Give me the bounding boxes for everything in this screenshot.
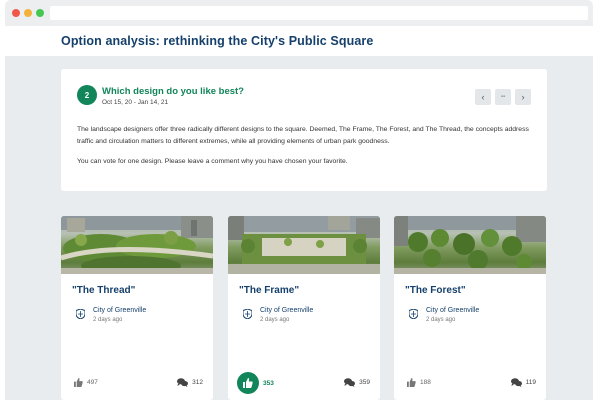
shield-icon	[409, 309, 418, 319]
comment-count: 119	[525, 379, 536, 386]
close-window-dot[interactable]	[12, 9, 20, 17]
like-count: 497	[87, 379, 98, 386]
thumbs-up-icon	[243, 378, 253, 388]
question-dates: Oct 15, 20 - Jan 14, 21	[102, 99, 169, 106]
comments-icon	[510, 378, 522, 387]
comments-icon	[344, 378, 356, 387]
maximize-window-dot[interactable]	[36, 9, 44, 17]
author-name[interactable]: City of Greenville	[260, 307, 313, 314]
main-content: 2 Which design do you like best? Oct 15,…	[5, 56, 593, 400]
post-time: 2 days ago	[426, 317, 456, 323]
question-note: You can vote for one design. Please leav…	[77, 158, 348, 165]
post-time: 2 days ago	[260, 317, 290, 323]
question-card: 2 Which design do you like best? Oct 15,…	[61, 69, 547, 191]
option-card-frame[interactable]: "The Frame" City of Greenville 2 days ag…	[228, 216, 380, 400]
comments-button[interactable]: 359	[344, 378, 370, 387]
like-button-active[interactable]: 353	[237, 372, 274, 394]
shield-icon	[76, 309, 85, 319]
like-button[interactable]: 188	[407, 378, 431, 387]
shield-icon	[243, 309, 252, 319]
next-question-button[interactable]: ›	[515, 89, 531, 105]
post-time: 2 days ago	[93, 317, 123, 323]
option-image[interactable]	[61, 216, 213, 274]
like-button[interactable]: 497	[74, 378, 98, 387]
option-card-forest[interactable]: "The Forest" City of Greenville 2 days a…	[394, 216, 546, 400]
address-bar[interactable]	[50, 6, 588, 20]
browser-chrome	[5, 0, 593, 26]
author-name[interactable]: City of Greenville	[426, 307, 479, 314]
author-name[interactable]: City of Greenville	[93, 307, 146, 314]
page-header: Option analysis: rethinking the City's P…	[5, 26, 593, 56]
grid-icon: ▪▪	[500, 94, 506, 100]
option-card-thread[interactable]: "The Thread" City of Greenville 2 days a…	[61, 216, 213, 400]
liked-indicator	[237, 372, 259, 394]
step-badge: 2	[77, 85, 97, 105]
minimize-window-dot[interactable]	[24, 9, 32, 17]
comment-count: 312	[192, 379, 203, 386]
overview-button[interactable]: ▪▪	[495, 89, 511, 105]
question-description: The landscape designers offer three radi…	[77, 126, 529, 145]
comment-count: 359	[359, 379, 370, 386]
like-count: 353	[263, 379, 274, 387]
thumbs-up-icon	[407, 378, 416, 387]
comments-button[interactable]: 119	[510, 378, 536, 387]
like-count: 188	[420, 379, 431, 386]
option-image[interactable]	[228, 216, 380, 274]
comments-button[interactable]: 312	[177, 378, 203, 387]
thumbs-up-icon	[74, 378, 83, 387]
option-title[interactable]: "The Frame"	[239, 285, 299, 296]
previous-question-button[interactable]: ‹	[475, 89, 491, 105]
page-title: Option analysis: rethinking the City's P…	[61, 34, 374, 48]
option-title[interactable]: "The Forest"	[405, 285, 466, 296]
option-title[interactable]: "The Thread"	[72, 285, 135, 296]
option-image[interactable]	[394, 216, 546, 274]
browser-window: Option analysis: rethinking the City's P…	[5, 0, 593, 400]
chevron-left-icon: ‹	[481, 92, 485, 102]
comments-icon	[177, 378, 189, 387]
chevron-right-icon: ›	[521, 92, 525, 102]
question-title: Which design do you like best?	[102, 86, 244, 97]
